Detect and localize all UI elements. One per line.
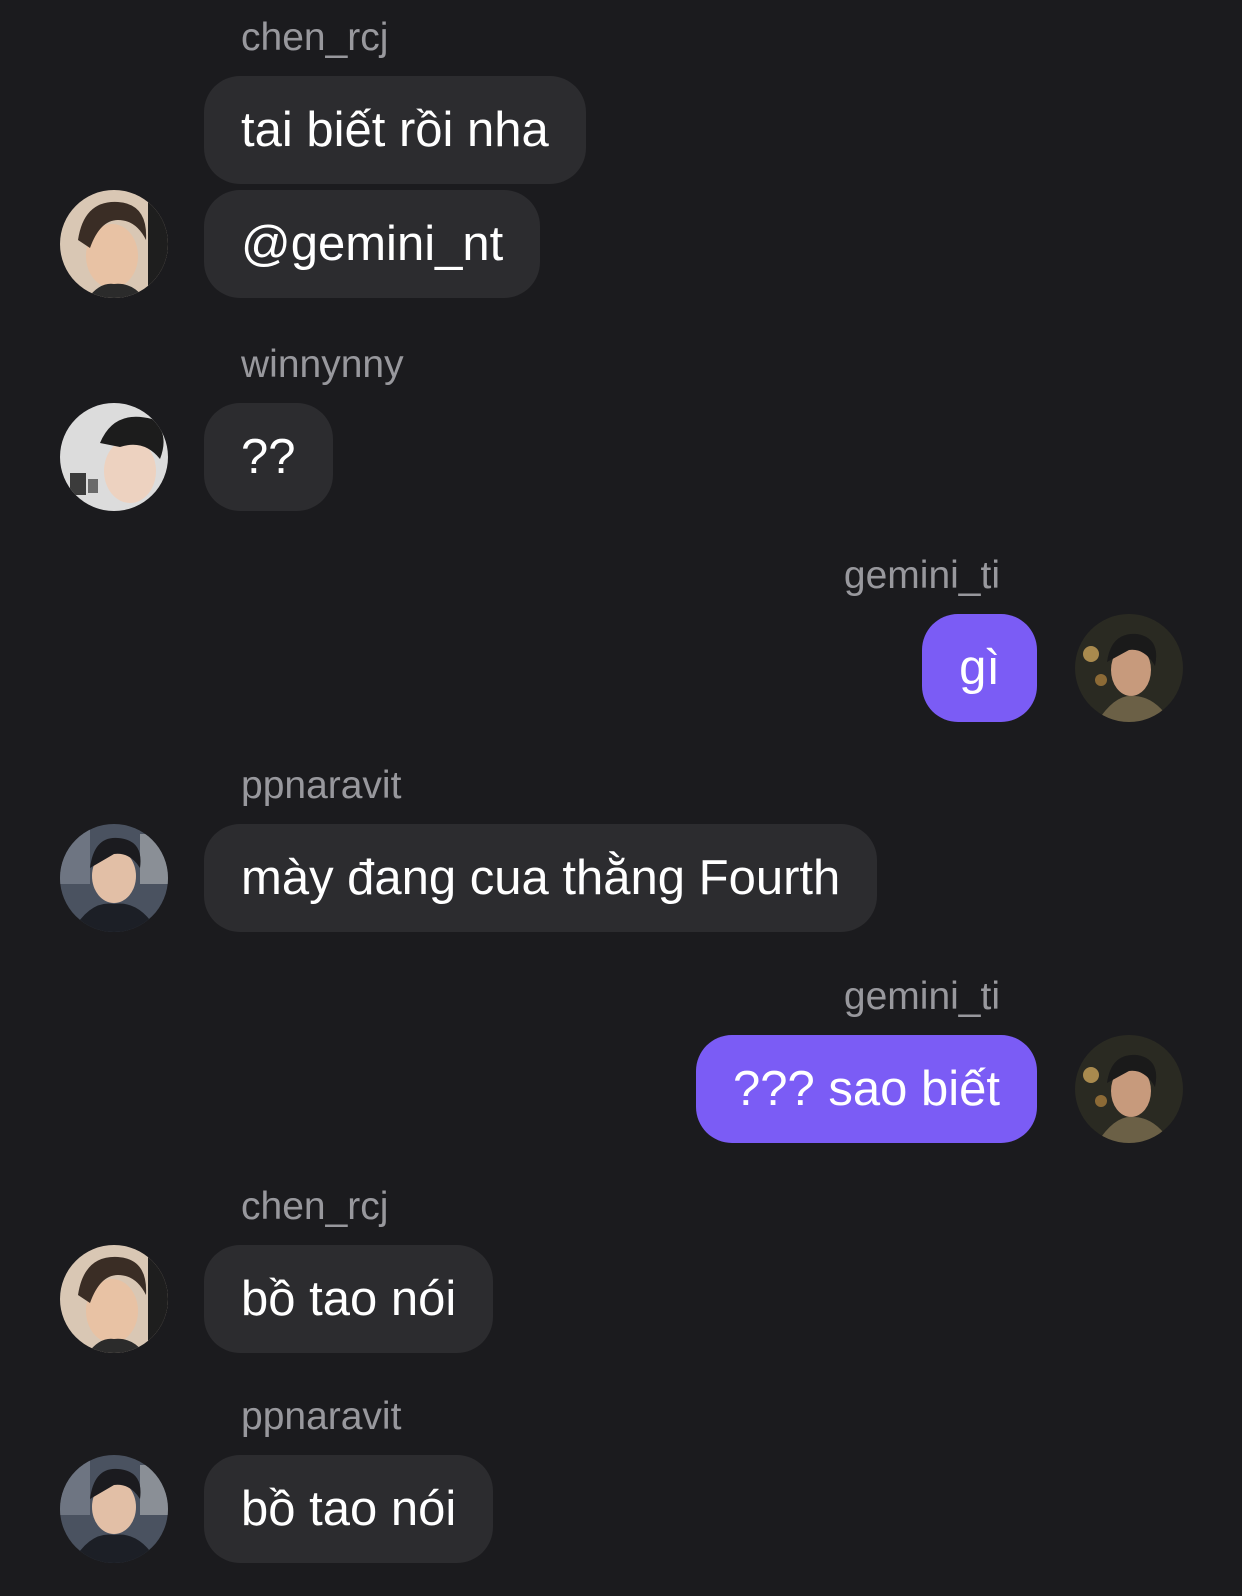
avatar-photo-icon bbox=[1075, 614, 1183, 722]
avatar-photo-icon bbox=[60, 403, 168, 511]
avatar-photo-icon bbox=[60, 1455, 168, 1563]
sender-username[interactable]: gemini_ti bbox=[844, 975, 1000, 1019]
message-text: @gemini_nt bbox=[241, 217, 504, 271]
avatar[interactable] bbox=[60, 1455, 168, 1563]
avatar-photo-icon bbox=[60, 190, 168, 298]
avatar[interactable] bbox=[1075, 1035, 1183, 1143]
avatar[interactable] bbox=[1075, 614, 1183, 722]
message-bubble[interactable]: ?? bbox=[204, 403, 333, 511]
message-text: mày đang cua thằng Fourth bbox=[241, 851, 841, 905]
avatar[interactable] bbox=[60, 190, 168, 298]
sender-username[interactable]: ppnaravit bbox=[241, 1395, 401, 1439]
avatar-photo-icon bbox=[1075, 1035, 1183, 1143]
avatar-photo-icon bbox=[60, 1245, 168, 1353]
message-text: tai biết rồi nha bbox=[241, 103, 549, 157]
message-bubble[interactable]: bồ tao nói bbox=[204, 1245, 494, 1353]
message-text: bồ tao nói bbox=[241, 1482, 457, 1536]
message-text: ??? sao biết bbox=[733, 1062, 1000, 1116]
avatar[interactable] bbox=[60, 403, 168, 511]
sender-username[interactable]: winnynny bbox=[241, 343, 404, 387]
avatar[interactable] bbox=[60, 824, 168, 932]
sender-username[interactable]: chen_rcj bbox=[241, 1185, 388, 1229]
sender-username[interactable]: ppnaravit bbox=[241, 764, 401, 808]
message-bubble[interactable]: mày đang cua thằng Fourth bbox=[204, 824, 878, 932]
message-bubble[interactable]: @gemini_nt bbox=[204, 190, 541, 298]
avatar[interactable] bbox=[60, 1245, 168, 1353]
sender-username[interactable]: chen_rcj bbox=[241, 16, 388, 60]
message-bubble[interactable]: tai biết rồi nha bbox=[204, 76, 586, 184]
message-bubble[interactable]: ??? sao biết bbox=[696, 1035, 1037, 1143]
message-text: ?? bbox=[241, 430, 296, 484]
sender-username[interactable]: gemini_ti bbox=[844, 554, 1000, 598]
message-bubble[interactable]: gì bbox=[922, 614, 1037, 722]
message-text: bồ tao nói bbox=[241, 1272, 457, 1326]
message-bubble[interactable]: bồ tao nói bbox=[204, 1455, 494, 1563]
avatar-photo-icon bbox=[60, 824, 168, 932]
message-text: gì bbox=[959, 641, 1000, 695]
